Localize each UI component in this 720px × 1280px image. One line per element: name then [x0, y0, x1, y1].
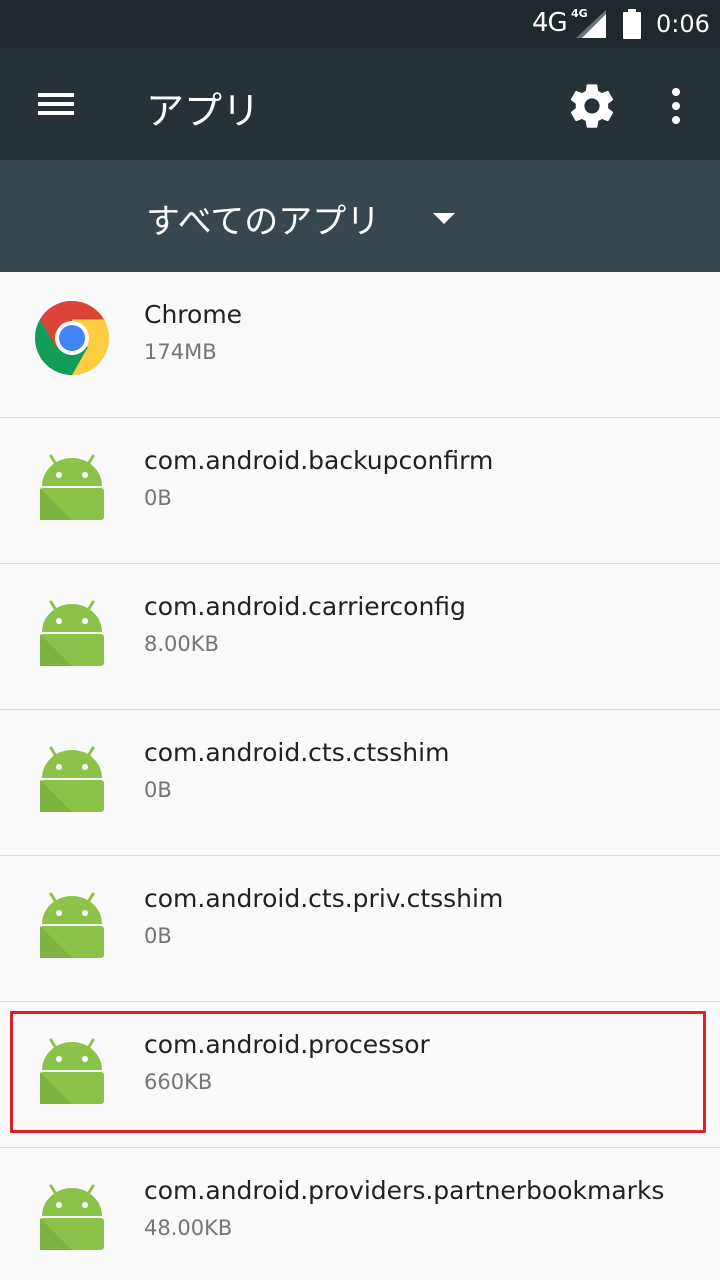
app-list-item[interactable]: com.android.providers.partnerbookmarks 4… [0, 1148, 720, 1280]
app-size: 0B [144, 778, 172, 802]
app-list-item[interactable]: com.android.backupconfirm 0B [0, 418, 720, 564]
app-list: Chrome 174MB com.android.backupconfirm 0… [0, 272, 720, 1280]
android-icon [40, 600, 104, 666]
gear-icon[interactable] [566, 80, 618, 132]
app-name: com.android.carrierconfig [144, 592, 466, 621]
app-list-item[interactable]: com.android.cts.ctsshim 0B [0, 710, 720, 856]
android-icon [40, 746, 104, 812]
app-name: com.android.processor [144, 1030, 430, 1059]
dropdown-arrow-icon [433, 213, 455, 224]
app-list-item[interactable]: Chrome 174MB [0, 272, 720, 418]
app-size: 48.00KB [144, 1216, 233, 1240]
android-icon [40, 1184, 104, 1250]
app-size: 0B [144, 924, 172, 948]
filter-bar: すべてのアプリ [0, 160, 720, 272]
app-name: com.android.cts.priv.ctsshim [144, 884, 504, 913]
page-title: アプリ [146, 89, 261, 133]
status-bar: 4G 4G 0:06 [0, 0, 720, 48]
app-size: 8.00KB [144, 632, 219, 656]
status-time: 0:06 [656, 10, 710, 38]
chrome-icon [35, 301, 109, 375]
app-name: com.android.providers.partnerbookmarks [144, 1176, 665, 1205]
app-size: 660KB [144, 1070, 213, 1094]
app-list-item[interactable]: com.android.carrierconfig 8.00KB [0, 564, 720, 710]
app-list-item[interactable]: com.android.cts.priv.ctsshim 0B [0, 856, 720, 1002]
app-name: com.android.cts.ctsshim [144, 738, 450, 767]
app-filter-dropdown[interactable]: すべてのアプリ [130, 184, 490, 248]
app-name: com.android.backupconfirm [144, 446, 494, 475]
menu-icon[interactable] [28, 80, 84, 128]
app-size: 0B [144, 486, 172, 510]
app-name: Chrome [144, 300, 243, 329]
network-type: 4G [532, 8, 568, 38]
android-icon [40, 1038, 104, 1104]
filter-selected-label: すべてのアプリ [146, 202, 381, 242]
signal-icon [576, 10, 606, 38]
app-list-item-highlighted[interactable]: com.android.processor 660KB [0, 1002, 720, 1148]
more-vert-icon[interactable] [656, 80, 696, 132]
battery-icon [623, 9, 641, 39]
android-icon [40, 454, 104, 520]
toolbar: アプリ [0, 48, 720, 160]
app-size: 174MB [144, 340, 217, 364]
android-icon [40, 892, 104, 958]
